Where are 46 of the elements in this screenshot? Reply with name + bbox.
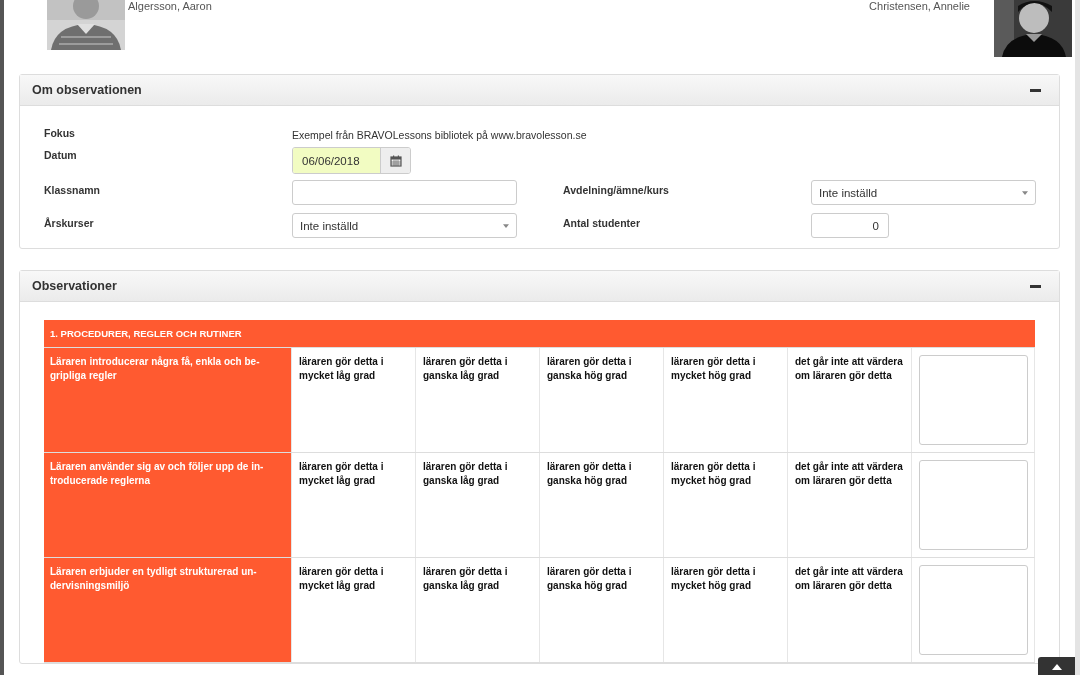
field-value: Exempel från BRAVOLessons bibliotek på www.bravolesson.se — [292, 129, 587, 141]
rating-option[interactable]: det går inte att värdera om läraren gör detta — [787, 348, 911, 452]
collapse-icon[interactable] — [1030, 88, 1041, 92]
calendar-icon[interactable] — [389, 154, 402, 167]
select-field[interactable]: Inte inställd — [292, 213, 517, 238]
panel-header[interactable]: Observationer — [20, 271, 1059, 302]
comment-field[interactable] — [919, 460, 1028, 550]
category-header: 1. PROCEDURER, REGLER OCH RUTINER — [44, 320, 1035, 348]
rating-option[interactable]: läraren gör detta i ganska hög grad — [539, 453, 663, 557]
text-field[interactable] — [292, 180, 517, 205]
select-field[interactable]: Inte inställd — [811, 180, 1036, 205]
person-name: Christensen, Annelie — [869, 0, 970, 12]
collapse-icon[interactable] — [1030, 284, 1041, 288]
rating-option[interactable]: läraren gör detta i ganska låg grad — [415, 453, 539, 557]
panel-header[interactable]: Om observationen — [20, 75, 1059, 106]
rating-option[interactable]: läraren gör detta i mycket låg grad — [291, 558, 415, 662]
caret-up-icon — [1051, 664, 1062, 670]
rating-option[interactable]: läraren gör detta i ganska hög grad — [539, 558, 663, 662]
rating-option[interactable]: läraren gör detta i mycket hög grad — [663, 348, 787, 452]
comment-field[interactable] — [919, 565, 1028, 655]
rating-option[interactable]: läraren gör detta i ganska låg grad — [415, 348, 539, 452]
field-label: Fokus — [44, 126, 76, 139]
rating-option[interactable]: det går inte att värdera om läraren gör detta — [787, 453, 911, 557]
person-name: Algersson, Aaron — [128, 0, 212, 12]
field-label: Klassnamn — [44, 183, 102, 196]
field-label: Avdelning/ämne/kurs — [563, 183, 670, 196]
rating-option[interactable]: läraren gör detta i mycket låg grad — [291, 453, 415, 557]
rating-option[interactable]: läraren gör detta i mycket hög grad — [663, 558, 787, 662]
comment-field[interactable] — [919, 355, 1028, 445]
rating-option[interactable]: läraren gör detta i ganska hög grad — [539, 348, 663, 452]
field-label: Antal studenter — [563, 216, 641, 229]
caret-icon — [1022, 190, 1028, 195]
statement-cell: Läraren introducerar några få, enkla och be-gripliga regler — [44, 348, 291, 452]
rating-option[interactable]: läraren gör detta i ganska låg grad — [415, 558, 539, 662]
panel-title: Om observationen — [32, 83, 142, 97]
rating-option[interactable]: läraren gör detta i mycket hög grad — [663, 453, 787, 557]
statement-cell: Läraren erbjuder en tydligt strukturerad un-dervisningsmiljö — [44, 558, 291, 662]
caret-icon — [503, 223, 509, 228]
rating-option[interactable]: läraren gör detta i mycket låg grad — [291, 348, 415, 452]
field-label: Årskurser — [44, 216, 95, 229]
panel-title: Observationer — [32, 279, 117, 293]
field-label: Datum — [44, 148, 78, 161]
number-field[interactable]: 0 — [811, 213, 889, 238]
statement-cell: Läraren använder sig av och följer upp de in-troducerade reglerna — [44, 453, 291, 557]
date-field[interactable]: 06/06/2018 — [292, 147, 411, 174]
rating-option[interactable]: det går inte att värdera om läraren gör detta — [787, 558, 911, 662]
